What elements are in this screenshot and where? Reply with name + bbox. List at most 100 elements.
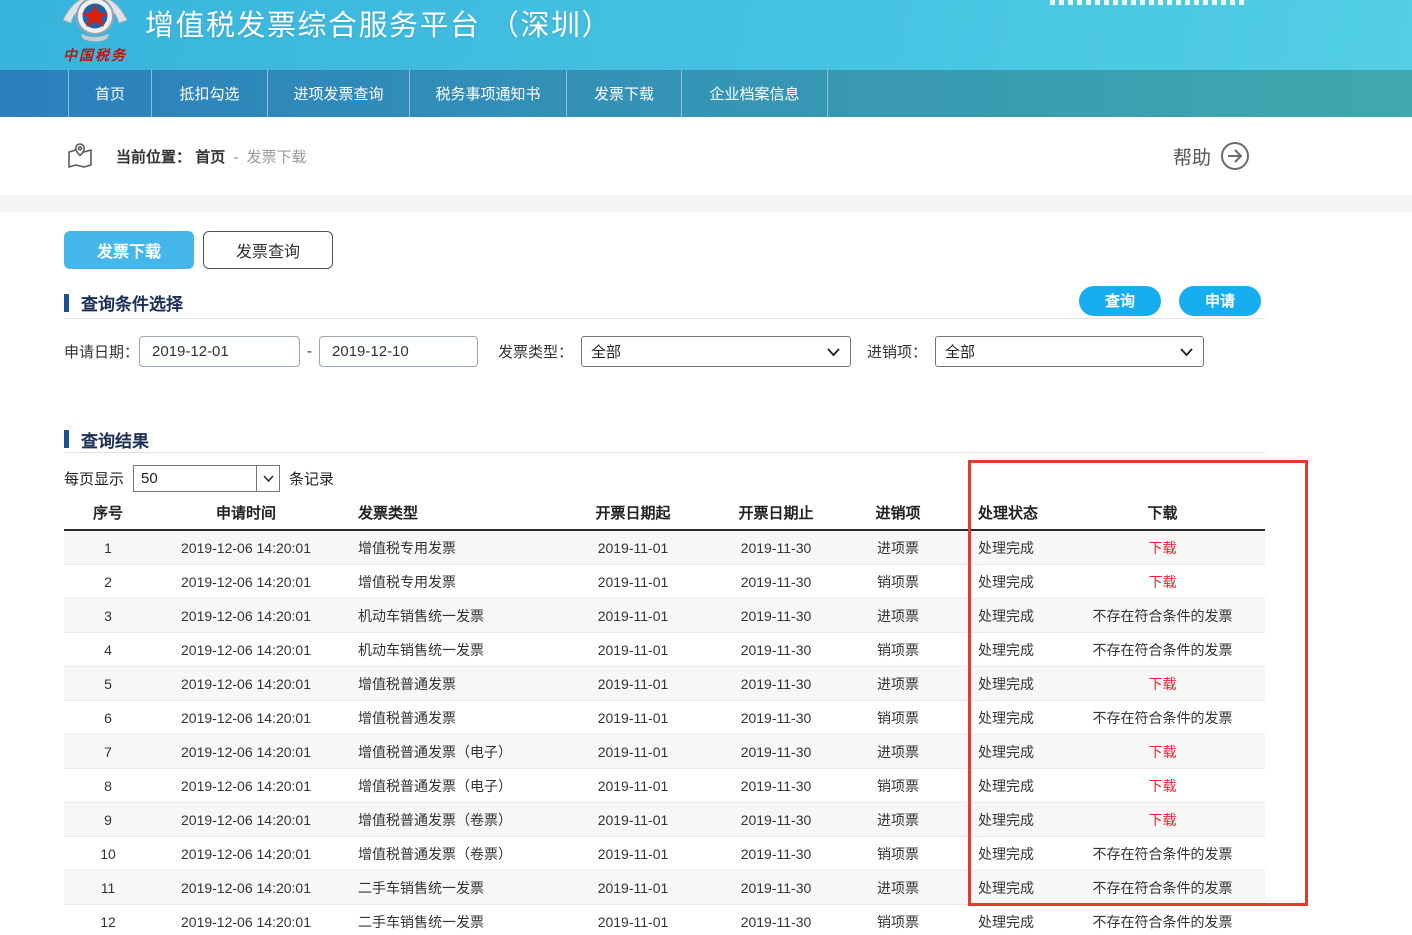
tab-invoice-query[interactable]: 发票查询	[203, 231, 333, 269]
cell-apply_time: 2019-12-06 14:20:01	[152, 880, 340, 896]
cell-direction: 进项票	[846, 606, 950, 626]
table-row: 72019-12-06 14:20:01增值税普通发票（电子）2019-11-0…	[64, 735, 1265, 769]
apply-date-label: 申请日期：	[64, 341, 139, 362]
cell-start: 2019-11-01	[560, 778, 706, 794]
cell-apply_time: 2019-12-06 14:20:01	[152, 914, 340, 930]
cell-direction: 进项票	[846, 878, 950, 898]
cell-start: 2019-11-01	[560, 744, 706, 760]
cell-status: 处理完成	[950, 810, 1060, 830]
tax-emblem-icon	[61, 0, 129, 42]
cell-direction: 销项票	[846, 640, 950, 660]
nav-item-3[interactable]: 税务事项通知书	[410, 70, 567, 117]
download-cell: 下载	[1060, 776, 1265, 796]
cell-end: 2019-11-30	[706, 608, 846, 624]
cell-invoice_type: 增值税专用发票	[340, 572, 560, 592]
date-from-input[interactable]	[139, 336, 300, 367]
column-header-4: 开票日期止	[706, 502, 846, 523]
breadcrumb-label: 当前位置：	[116, 149, 191, 166]
cell-apply_time: 2019-12-06 14:20:01	[152, 574, 340, 590]
tab-invoice-download[interactable]: 发票下载	[64, 231, 194, 269]
cell-status: 处理完成	[950, 878, 1060, 898]
download-link[interactable]: 下载	[1149, 744, 1177, 760]
tab-group: 发票下载 发票查询	[64, 231, 1265, 269]
download-link[interactable]: 下载	[1149, 812, 1177, 828]
cell-invoice_type: 机动车销售统一发票	[340, 640, 560, 660]
nav-item-2[interactable]: 进项发票查询	[268, 70, 410, 117]
nav-item-4[interactable]: 发票下载	[567, 70, 682, 117]
section-bar	[64, 294, 69, 312]
cell-seq: 2	[64, 574, 152, 590]
no-invoice-text: 不存在符合条件的发票	[1093, 710, 1233, 726]
cell-end: 2019-11-30	[706, 540, 846, 556]
cell-invoice_type: 增值税普通发票（卷票）	[340, 810, 560, 830]
nav-item-5[interactable]: 企业档案信息	[682, 70, 828, 117]
cell-invoice_type: 增值税普通发票（电子）	[340, 776, 560, 796]
nav-item-0[interactable]: 首页	[68, 70, 152, 117]
query-form: 申请日期： - 发票类型： 全部 进销项： 全部	[64, 336, 1265, 367]
cell-apply_time: 2019-12-06 14:20:01	[152, 540, 340, 556]
nav-item-1[interactable]: 抵扣勾选	[152, 70, 268, 117]
cell-start: 2019-11-01	[560, 642, 706, 658]
cell-direction: 销项票	[846, 572, 950, 592]
download-cell: 下载	[1060, 742, 1265, 762]
direction-value: 全部	[945, 341, 975, 362]
table-row: 102019-12-06 14:20:01增值税普通发票（卷票）2019-11-…	[64, 837, 1265, 871]
cell-end: 2019-11-30	[706, 676, 846, 692]
download-link[interactable]: 下载	[1149, 676, 1177, 692]
table-row: 42019-12-06 14:20:01机动车销售统一发票2019-11-012…	[64, 633, 1265, 667]
cell-start: 2019-11-01	[560, 914, 706, 930]
help-button[interactable]: 帮助	[1173, 141, 1250, 171]
download-cell: 不存在符合条件的发票	[1060, 708, 1265, 728]
section-bar	[64, 430, 69, 448]
cell-start: 2019-11-01	[560, 812, 706, 828]
apply-button[interactable]: 申请	[1179, 286, 1261, 316]
cell-status: 处理完成	[950, 538, 1060, 558]
cell-seq: 5	[64, 676, 152, 692]
download-cell: 不存在符合条件的发票	[1060, 878, 1265, 898]
nav-list: 首页抵扣勾选进项发票查询税务事项通知书发票下载企业档案信息	[68, 70, 1412, 117]
cell-seq: 12	[64, 914, 152, 930]
cell-apply_time: 2019-12-06 14:20:01	[152, 812, 340, 828]
date-range-separator: -	[307, 343, 312, 360]
cell-start: 2019-11-01	[560, 710, 706, 726]
breadcrumb-home[interactable]: 首页	[195, 149, 225, 166]
help-label: 帮助	[1173, 143, 1211, 170]
no-invoice-text: 不存在符合条件的发票	[1093, 642, 1233, 658]
cell-end: 2019-11-30	[706, 880, 846, 896]
download-link[interactable]: 下载	[1149, 574, 1177, 590]
search-button[interactable]: 查询	[1079, 286, 1161, 316]
app-header: 中国税务 增值税发票综合服务平台 （深圳）	[0, 0, 1412, 70]
cell-seq: 4	[64, 642, 152, 658]
invoice-type-value: 全部	[591, 341, 621, 362]
download-cell: 下载	[1060, 572, 1265, 592]
column-header-5: 进销项	[846, 502, 950, 523]
direction-select[interactable]: 全部	[935, 336, 1204, 367]
download-link[interactable]: 下载	[1149, 540, 1177, 556]
date-to-input[interactable]	[319, 336, 478, 367]
cell-start: 2019-11-01	[560, 608, 706, 624]
cell-status: 处理完成	[950, 776, 1060, 796]
header-buttons: 查询 申请	[1079, 286, 1261, 316]
query-conditions-header: 查询条件选择 查询 申请	[64, 287, 1265, 319]
cell-status: 处理完成	[950, 606, 1060, 626]
table-row: 112019-12-06 14:20:01二手车销售统一发票2019-11-01…	[64, 871, 1265, 905]
breadcrumb-bar: 当前位置： 首页 - 发票下载 帮助	[0, 117, 1412, 195]
table-row: 92019-12-06 14:20:01增值税普通发票（卷票）2019-11-0…	[64, 803, 1265, 837]
page-size-label: 每页显示	[64, 468, 124, 489]
cell-end: 2019-11-30	[706, 710, 846, 726]
download-cell: 不存在符合条件的发票	[1060, 912, 1265, 932]
download-cell: 不存在符合条件的发票	[1060, 606, 1265, 626]
cell-start: 2019-11-01	[560, 574, 706, 590]
download-link[interactable]: 下载	[1149, 778, 1177, 794]
invoice-type-label: 发票类型：	[498, 341, 573, 362]
download-cell: 不存在符合条件的发票	[1060, 844, 1265, 864]
column-header-0: 序号	[64, 502, 152, 523]
page-size-select[interactable]: 50	[133, 465, 280, 492]
table-row: 62019-12-06 14:20:01增值税普通发票2019-11-01201…	[64, 701, 1265, 735]
no-invoice-text: 不存在符合条件的发票	[1093, 914, 1233, 930]
invoice-type-select[interactable]: 全部	[581, 336, 851, 367]
cell-invoice_type: 机动车销售统一发票	[340, 606, 560, 626]
download-cell: 不存在符合条件的发票	[1060, 640, 1265, 660]
select-arrow-zone	[256, 466, 279, 491]
cell-invoice_type: 增值税专用发票	[340, 538, 560, 558]
